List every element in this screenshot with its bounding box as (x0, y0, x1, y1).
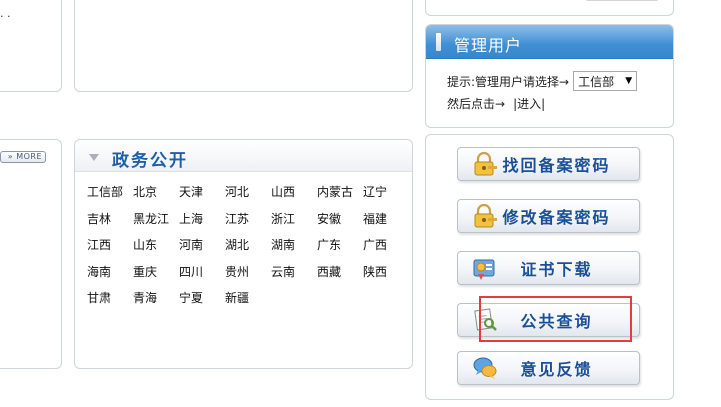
certificate-download-icon (473, 259, 495, 280)
manage-user-header: 管理用户 (426, 25, 673, 59)
enter-row: 然后点击→ |进入| (447, 95, 545, 112)
region-link[interactable]: 新疆 (225, 289, 271, 316)
region-link[interactable]: 重庆 (133, 263, 179, 290)
region-link[interactable]: 浙江 (271, 210, 317, 237)
retrieve-password-button[interactable]: 找回备案密码 (457, 147, 640, 181)
lock-key-icon (474, 151, 497, 176)
gov-affairs-panel: 政务公开 工信部 北京 天津 河北 山西 内蒙古 辽宁吉林 黑龙江 上海 江苏 浙江 安徽 福建江西 山东… (74, 139, 413, 369)
region-link[interactable]: 贵州 (225, 263, 271, 290)
triangle-down-icon (89, 154, 99, 161)
enter-link[interactable]: |进入| (513, 95, 545, 112)
region-link[interactable]: 湖南 (271, 236, 317, 263)
department-select-value: 工信部 (578, 74, 615, 89)
region-link[interactable]: 甘肃 (87, 289, 133, 316)
region-link[interactable]: 湖北 (225, 236, 271, 263)
top-right-input-box (585, 0, 659, 1)
region-link[interactable]: 四川 (179, 263, 225, 290)
department-select-row: 提示:管理用户请选择→ 工信部 ▼ (447, 71, 638, 91)
select-hint: 提示:管理用户请选择→ (447, 74, 570, 89)
gov-affairs-header: 政务公开 (75, 140, 412, 172)
region-link[interactable]: 宁夏 (179, 289, 225, 316)
chevron-down-icon: ▼ (625, 76, 633, 86)
region-link[interactable]: 黑龙江 (133, 210, 179, 237)
manage-user-panel: 管理用户 提示:管理用户请选择→ 工信部 ▼ 然后点击→ |进入| (425, 24, 674, 128)
truncated-text: . . (0, 7, 11, 20)
top-left-panel: . . (0, 0, 62, 92)
region-link[interactable]: 吉林 (87, 210, 133, 237)
region-link[interactable]: 安徽 (317, 210, 363, 237)
region-link[interactable]: 山东 (133, 236, 179, 263)
region-link[interactable]: 天津 (179, 183, 225, 210)
function-buttons-panel: 找回备案密码 修改备案密码 证书下载 公共查询 意见反馈 (425, 134, 674, 400)
feedback-button[interactable]: 意见反馈 (457, 351, 640, 385)
region-link[interactable]: 北京 (133, 183, 179, 210)
region-link[interactable]: 江苏 (225, 210, 271, 237)
region-link[interactable]: 青海 (133, 289, 179, 316)
region-list: 工信部 北京 天津 河北 山西 内蒙古 辽宁吉林 黑龙江 上海 江苏 浙江 安徽 福建江西 山东 河南 湖北湖… (87, 183, 409, 316)
region-link[interactable]: 西藏 (317, 263, 363, 290)
certificate-download-button[interactable]: 证书下载 (457, 251, 640, 285)
region-link[interactable]: 广东 (317, 236, 363, 263)
highlight-box (479, 296, 632, 342)
top-middle-panel (74, 0, 413, 92)
more-button[interactable]: » MORE (0, 151, 46, 163)
lock-key-icon (474, 203, 497, 228)
feedback-label: 意见反馈 (520, 360, 593, 379)
region-link[interactable]: 辽宁 (363, 183, 409, 210)
region-link[interactable]: 内蒙古 (317, 183, 363, 210)
region-link[interactable]: 云南 (271, 263, 317, 290)
top-right-panel (425, 0, 674, 16)
header-accent-bar (436, 33, 441, 51)
region-link[interactable]: 海南 (87, 263, 133, 290)
region-link[interactable]: 山西 (271, 183, 317, 210)
gov-affairs-title: 政务公开 (112, 151, 188, 171)
department-select[interactable]: 工信部 ▼ (573, 71, 638, 91)
retrieve-password-label: 找回备案密码 (502, 156, 611, 175)
region-link[interactable]: 工信部 (87, 183, 133, 210)
region-link[interactable]: 陕西 (363, 263, 409, 290)
region-link[interactable]: 福建 (363, 210, 409, 237)
region-link[interactable]: 河北 (225, 183, 271, 210)
region-link[interactable]: 江西 (87, 236, 133, 263)
modify-password-label: 修改备案密码 (502, 208, 611, 227)
chat-bubbles-icon (473, 357, 497, 379)
region-link[interactable]: 河南 (179, 236, 225, 263)
region-link[interactable]: 广西 (363, 236, 409, 263)
certificate-download-label: 证书下载 (520, 260, 593, 279)
mid-left-panel: » MORE (0, 139, 62, 369)
manage-user-title: 管理用户 (454, 36, 523, 55)
page: . . 管理用户 提示:管理用户请选择→ 工信部 ▼ 然后点击→ |进入| » … (0, 0, 721, 407)
region-link[interactable]: 上海 (179, 210, 225, 237)
modify-password-button[interactable]: 修改备案密码 (457, 199, 640, 233)
then-click-hint: 然后点击→ (447, 97, 506, 111)
